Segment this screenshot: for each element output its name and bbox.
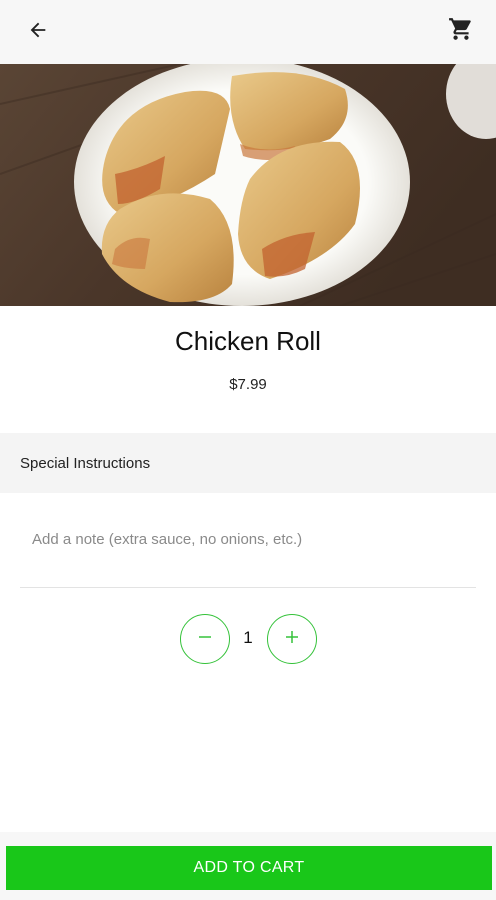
decrease-quantity-button[interactable]	[180, 614, 230, 664]
special-instructions-input[interactable]	[20, 514, 476, 564]
cart-button[interactable]	[446, 16, 476, 46]
quantity-value: 1	[243, 628, 253, 647]
shopping-cart-icon	[448, 16, 474, 47]
item-price: $7.99	[229, 376, 267, 393]
add-to-cart-button[interactable]: ADD TO CART	[6, 846, 492, 890]
increase-quantity-button[interactable]	[267, 614, 317, 664]
plus-icon	[284, 629, 300, 650]
item-photo	[0, 64, 496, 306]
divider	[20, 587, 476, 588]
arrow-back-icon	[27, 19, 49, 46]
back-button[interactable]	[24, 18, 52, 46]
special-instructions-header: Special Instructions	[0, 433, 496, 493]
special-instructions-label: Special Instructions	[20, 455, 151, 472]
minus-icon	[197, 629, 213, 650]
top-app-bar	[0, 0, 496, 64]
item-title: Chicken Roll	[175, 326, 321, 356]
